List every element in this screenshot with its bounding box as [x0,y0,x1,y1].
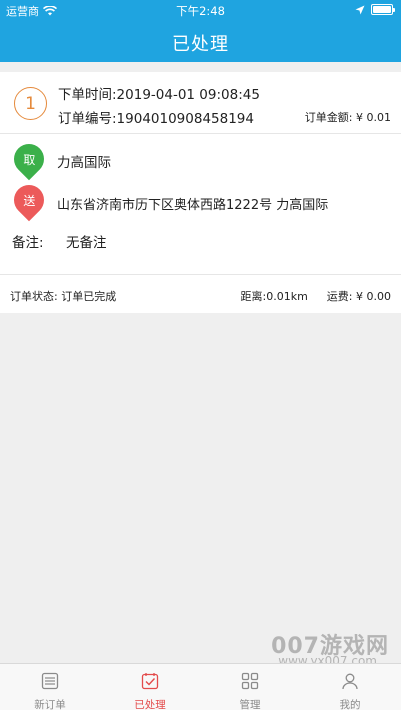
page-title: 已处理 [172,34,229,55]
order-id: 订单编号:1904010908458194 [58,111,254,127]
tab-mine[interactable]: 我的 [300,664,400,710]
grid-icon [241,672,259,690]
order-time: 下单时间:2019-04-01 09:08:45 [58,87,260,103]
list-icon [41,672,59,690]
remark-value: 无备注 [66,235,107,251]
order-amount: 订单金额: ¥ 0.01 [304,111,391,124]
tab-processed[interactable]: 已处理 [100,664,200,710]
divider [0,133,401,134]
tab-bar: 新订单 已处理 管理 我的 [0,663,401,710]
delivery-address: 山东省济南市历下区奥体西路1222号 力高国际 [57,198,329,213]
order-status: 订单状态: 订单已完成 [10,290,117,303]
status-bar: 运营商 下午2:48 [0,0,401,20]
divider [0,274,401,275]
checked-calendar-icon [141,673,159,690]
tab-new-orders[interactable]: 新订单 [0,664,100,710]
remark-label: 备注: [12,235,44,251]
fee-text: 运费: ¥ 0.00 [326,290,391,303]
battery-icon [371,4,395,15]
tab-manage[interactable]: 管理 [200,664,300,710]
status-time: 下午2:48 [176,4,225,18]
distance-fee: 距离:0.01km 运费: ¥ 0.00 [241,288,392,304]
distance-text: 距离:0.01km [240,290,308,303]
location-arrow-icon [355,5,365,14]
order-index-badge: 1 [14,87,47,120]
person-icon [342,673,358,690]
app-header: 运营商 下午2:48 已处理 [0,0,401,62]
pickup-name: 力高国际 [57,155,111,171]
